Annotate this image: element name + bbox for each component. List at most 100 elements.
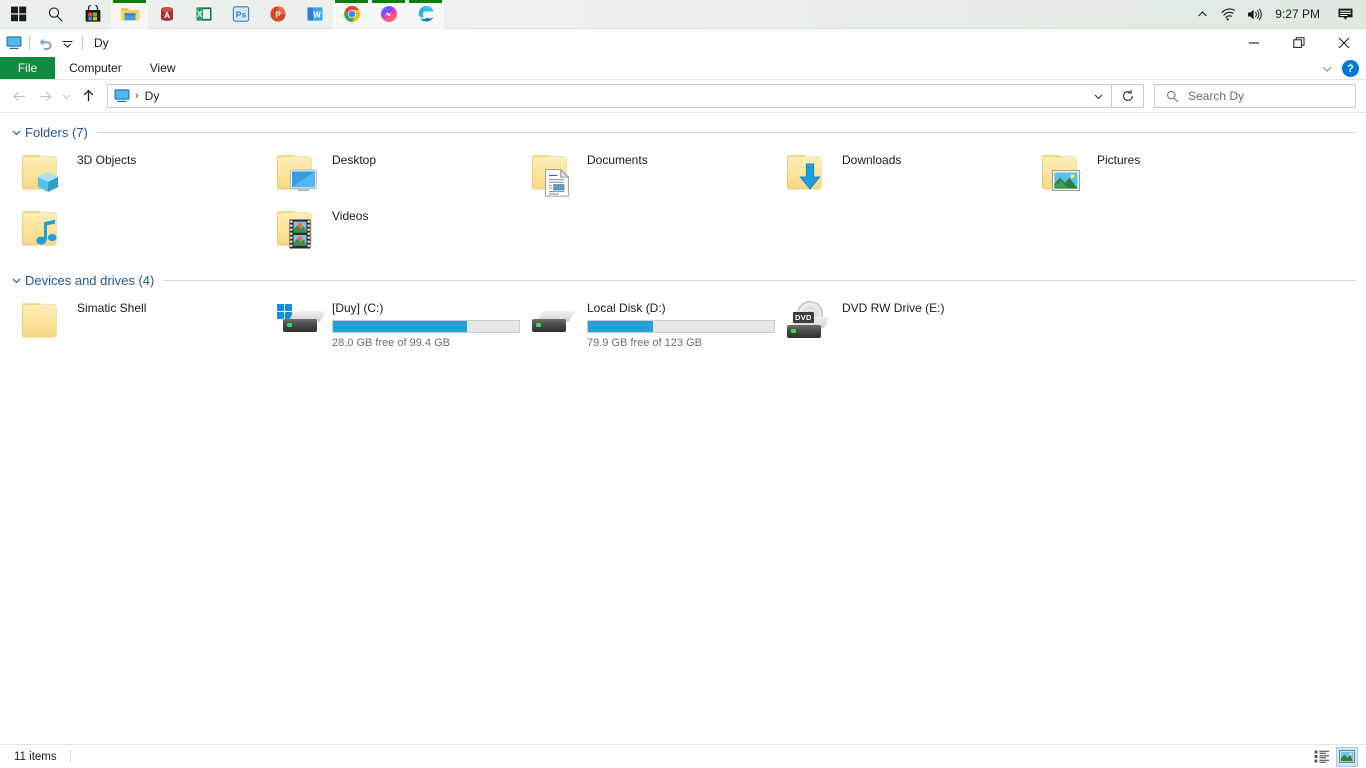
start-button[interactable]: [0, 0, 37, 29]
folder-downloads-icon: [787, 149, 835, 197]
item-documents[interactable]: Documents: [519, 144, 774, 200]
volume-button[interactable]: [1241, 0, 1267, 29]
chevron-down-icon[interactable]: [9, 125, 23, 139]
back-button[interactable]: [6, 83, 32, 109]
window-controls: [1231, 29, 1366, 57]
taskbar-chrome-button[interactable]: [333, 0, 370, 29]
item-label: [Duy] (C:): [332, 301, 517, 315]
taskbar-clock[interactable]: 9:27 PM: [1267, 0, 1328, 29]
item-simatic-shell[interactable]: Simatic Shell: [9, 292, 264, 348]
restore-button[interactable]: [1276, 29, 1321, 57]
close-button[interactable]: [1321, 29, 1366, 57]
tab-view[interactable]: View: [136, 57, 190, 79]
taskbar-powerpoint-button[interactable]: P: [259, 0, 296, 29]
network-status-button[interactable]: [1215, 0, 1241, 29]
minimize-button[interactable]: [1231, 29, 1276, 57]
item-label: Documents: [587, 153, 772, 167]
taskbar-messenger-button[interactable]: [370, 0, 407, 29]
recent-locations-button[interactable]: [58, 83, 75, 109]
address-dropdown-button[interactable]: [1085, 85, 1111, 107]
tab-computer[interactable]: Computer: [55, 57, 136, 79]
windows-logo-icon: [11, 6, 27, 22]
help-button[interactable]: ?: [1342, 60, 1359, 77]
refresh-button[interactable]: [1112, 84, 1144, 108]
monitor-icon: [6, 36, 22, 50]
up-button[interactable]: [75, 83, 101, 109]
photoshop-icon: Ps: [232, 5, 250, 23]
status-bar: 11 items: [0, 744, 1366, 768]
status-separator: [70, 750, 71, 763]
breadcrumb-separator[interactable]: ›: [135, 90, 139, 102]
folder-videos-icon: [277, 205, 325, 253]
item-music[interactable]: [9, 200, 264, 256]
item-count-label: 11 items: [14, 751, 57, 763]
svg-text:P: P: [275, 10, 281, 19]
details-view-button[interactable]: [1311, 747, 1333, 767]
taskbar-edge-button[interactable]: [407, 0, 444, 29]
taskbar-excel-button[interactable]: X: [185, 0, 222, 29]
ribbon-tabs: File Computer View ?: [0, 57, 1366, 80]
ribbon-collapse-button[interactable]: [1316, 58, 1338, 80]
item-label: 3D Objects: [77, 153, 262, 167]
monitor-icon: [114, 89, 130, 103]
view-mode-buttons: [1311, 747, 1366, 767]
action-center-button[interactable]: [1328, 0, 1362, 29]
folder-music-icon: [22, 205, 70, 253]
item-label: DVD RW Drive (E:): [842, 301, 1027, 315]
large-icons-view-button[interactable]: [1336, 747, 1358, 767]
group-header-devices[interactable]: Devices and drives (4): [0, 268, 1366, 292]
chevron-down-icon[interactable]: [9, 273, 23, 287]
taskbar-photoshop-button[interactable]: Ps: [222, 0, 259, 29]
devices-tile-grid: Simatic Shell: [0, 292, 1366, 348]
qat-separator-2: [82, 36, 83, 50]
forward-button[interactable]: [32, 83, 58, 109]
drive-capacity-bar: [332, 320, 520, 333]
chevron-up-icon: [1197, 9, 1208, 20]
item-label: Downloads: [842, 153, 1027, 167]
item-downloads[interactable]: Downloads: [774, 144, 1029, 200]
tab-file[interactable]: File: [0, 57, 55, 79]
taskbar-access-button[interactable]: A: [148, 0, 185, 29]
group-header-folders[interactable]: Folders (7): [0, 120, 1366, 144]
folder-plain-icon: [22, 297, 70, 345]
item-drive-c[interactable]: [Duy] (C:) 28.0 GB free of 99.4 GB: [264, 292, 519, 348]
svg-text:X: X: [197, 10, 203, 19]
drive-local-icon: [532, 297, 580, 345]
breadcrumb-this-pc-icon[interactable]: [114, 89, 130, 103]
this-pc-icon[interactable]: [3, 32, 25, 54]
item-drive-d[interactable]: Local Disk (D:) 79.9 GB free of 123 GB: [519, 292, 774, 348]
arrow-right-icon: [37, 89, 54, 104]
chevron-down-icon: [1093, 91, 1104, 102]
search-input[interactable]: [1188, 89, 1338, 103]
group-title-devices: Devices and drives (4): [25, 273, 154, 288]
search-box[interactable]: [1154, 84, 1356, 108]
file-explorer-icon: [120, 5, 140, 23]
item-desktop[interactable]: Desktop: [264, 144, 519, 200]
item-videos[interactable]: Videos: [264, 200, 519, 256]
folders-tile-grid: 3D Objects: [0, 144, 1366, 256]
show-hidden-icons-button[interactable]: [1189, 0, 1215, 29]
item-drive-dvd[interactable]: DVD DVD RW Drive (E:): [774, 292, 1029, 348]
ribbon-right-controls: ?: [1316, 57, 1363, 80]
svg-text:A: A: [164, 11, 170, 20]
item-pictures[interactable]: Pictures: [1029, 144, 1284, 200]
restore-icon: [1293, 37, 1305, 49]
taskbar-word-button[interactable]: W: [296, 0, 333, 29]
close-icon: [1338, 37, 1350, 49]
taskbar-file-explorer-button[interactable]: [111, 0, 148, 29]
item-3d-objects[interactable]: 3D Objects: [9, 144, 264, 200]
address-bar-row: › Dy: [0, 80, 1366, 113]
taskbar-microsoft-store-button[interactable]: [74, 0, 111, 29]
taskbar-search-button[interactable]: [37, 0, 74, 29]
drive-free-space: 79.9 GB free of 123 GB: [587, 337, 772, 349]
address-bar[interactable]: › Dy: [107, 84, 1112, 108]
file-list-content[interactable]: Folders (7): [0, 113, 1366, 728]
access-icon: A: [158, 5, 176, 23]
undo-button[interactable]: [34, 32, 56, 54]
running-indicator: [409, 0, 442, 3]
breadcrumb-current[interactable]: Dy: [145, 89, 160, 103]
search-icon: [47, 6, 64, 23]
running-indicator: [335, 0, 368, 3]
arrow-left-icon: [11, 89, 28, 104]
customize-qat-button[interactable]: [56, 32, 78, 54]
